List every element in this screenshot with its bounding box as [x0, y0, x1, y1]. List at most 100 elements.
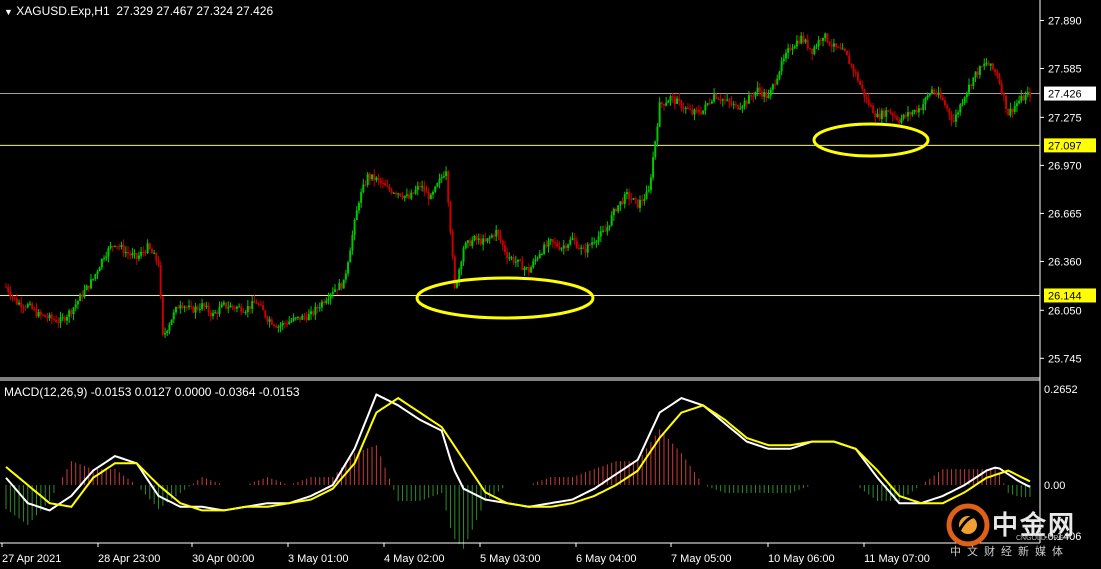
candle-body	[495, 229, 498, 237]
candle-body	[649, 177, 652, 191]
candle-body	[771, 84, 774, 90]
time-tick-label: 27 Apr 2021	[2, 553, 61, 565]
candle-body	[717, 98, 720, 100]
candle-body	[292, 317, 295, 321]
time-tick-label: 28 Apr 23:00	[98, 553, 160, 565]
candle-body	[440, 177, 443, 179]
candle-body	[580, 247, 583, 249]
candle-body	[889, 111, 892, 114]
candle-body	[702, 110, 705, 114]
trading-chart[interactable]: 27.890 27.585 27.275 26.970 26.665 26.360 26.0…	[0, 0, 1101, 569]
candle-body	[728, 99, 731, 103]
candle-body	[50, 314, 53, 319]
candle-body	[333, 289, 336, 292]
macd-panel[interactable]	[5, 393, 1031, 549]
candle-body	[634, 198, 637, 200]
candle-body	[96, 271, 99, 275]
candle-body	[547, 240, 550, 247]
candle-body	[865, 97, 868, 100]
candle-body	[817, 39, 820, 47]
candle-body	[220, 304, 223, 308]
candle-body	[767, 95, 770, 99]
candle-body	[127, 252, 130, 254]
candle-body	[928, 93, 931, 96]
candle-body	[776, 78, 779, 85]
candle-body	[388, 186, 391, 190]
candle-body	[164, 332, 167, 335]
candle-body	[732, 104, 735, 106]
price-panel[interactable]	[0, 31, 1040, 339]
candle-body	[643, 199, 646, 201]
candle-body	[368, 174, 371, 180]
candle-body	[131, 253, 134, 256]
candle-body	[874, 113, 877, 118]
candle-body	[625, 192, 628, 195]
candle-body	[218, 307, 221, 315]
candle-body	[272, 324, 275, 326]
candle-body	[39, 311, 42, 315]
candle-body	[804, 39, 807, 43]
candle-body	[922, 104, 925, 110]
candle-body	[427, 191, 430, 200]
candle-body	[70, 310, 73, 315]
candle-body	[835, 43, 838, 47]
candle-body	[379, 179, 382, 183]
candle-body	[723, 99, 726, 101]
candle-body	[35, 309, 38, 317]
triangle-down-icon[interactable]: ▼	[4, 7, 13, 17]
macd-tick-label: 0.2652	[1044, 384, 1078, 396]
candle-body	[671, 96, 674, 98]
candle-body	[349, 250, 352, 263]
candle-body	[46, 317, 49, 319]
level-label: 26.144	[1048, 290, 1082, 302]
candle-body	[863, 88, 866, 98]
candle-body	[13, 296, 16, 299]
candle-body	[719, 99, 722, 101]
candle-body	[841, 48, 844, 50]
candle-body	[549, 239, 552, 241]
candle-body	[26, 304, 29, 308]
candle-body	[893, 115, 896, 117]
candle-body	[235, 306, 238, 309]
candle-body	[787, 48, 790, 53]
candle-body	[296, 316, 299, 318]
candle-body	[1007, 108, 1010, 116]
candle-body	[689, 108, 692, 110]
candle-body	[447, 171, 450, 203]
candle-body	[684, 107, 687, 109]
candle-body	[909, 112, 912, 115]
candle-body	[680, 101, 683, 109]
candle-body	[845, 50, 848, 56]
candle-body	[758, 87, 761, 92]
candle-body	[554, 242, 557, 244]
candle-body	[808, 48, 811, 50]
candle-body	[373, 174, 376, 181]
candle-body	[59, 317, 62, 323]
candle-body	[129, 253, 132, 256]
candle-body	[506, 252, 509, 259]
chart-header[interactable]: ▼ XAGUSD.Exp,H1 27.329 27.467 27.324 27.…	[4, 4, 273, 18]
candle-body	[959, 104, 962, 113]
candle-body	[632, 198, 635, 200]
candle-body	[967, 84, 970, 93]
candle-body	[477, 238, 480, 240]
candle-body	[135, 253, 138, 259]
candle-body	[713, 94, 716, 102]
candle-body	[843, 48, 846, 51]
candle-body	[828, 42, 831, 45]
candle-body	[469, 240, 472, 246]
candle-body	[364, 184, 367, 186]
candle-body	[44, 315, 47, 318]
macd-line	[5, 393, 1031, 512]
candle-body	[837, 46, 840, 48]
candle-body	[455, 282, 458, 288]
candle-body	[357, 202, 360, 211]
candle-body	[1009, 108, 1012, 116]
candle-body	[229, 305, 232, 308]
candle-body	[412, 192, 415, 194]
candle-body	[876, 113, 879, 118]
candle-body	[146, 243, 149, 254]
candle-body	[981, 66, 984, 68]
candle-body	[1026, 92, 1029, 95]
price-tick-label: 27.585	[1048, 64, 1082, 76]
